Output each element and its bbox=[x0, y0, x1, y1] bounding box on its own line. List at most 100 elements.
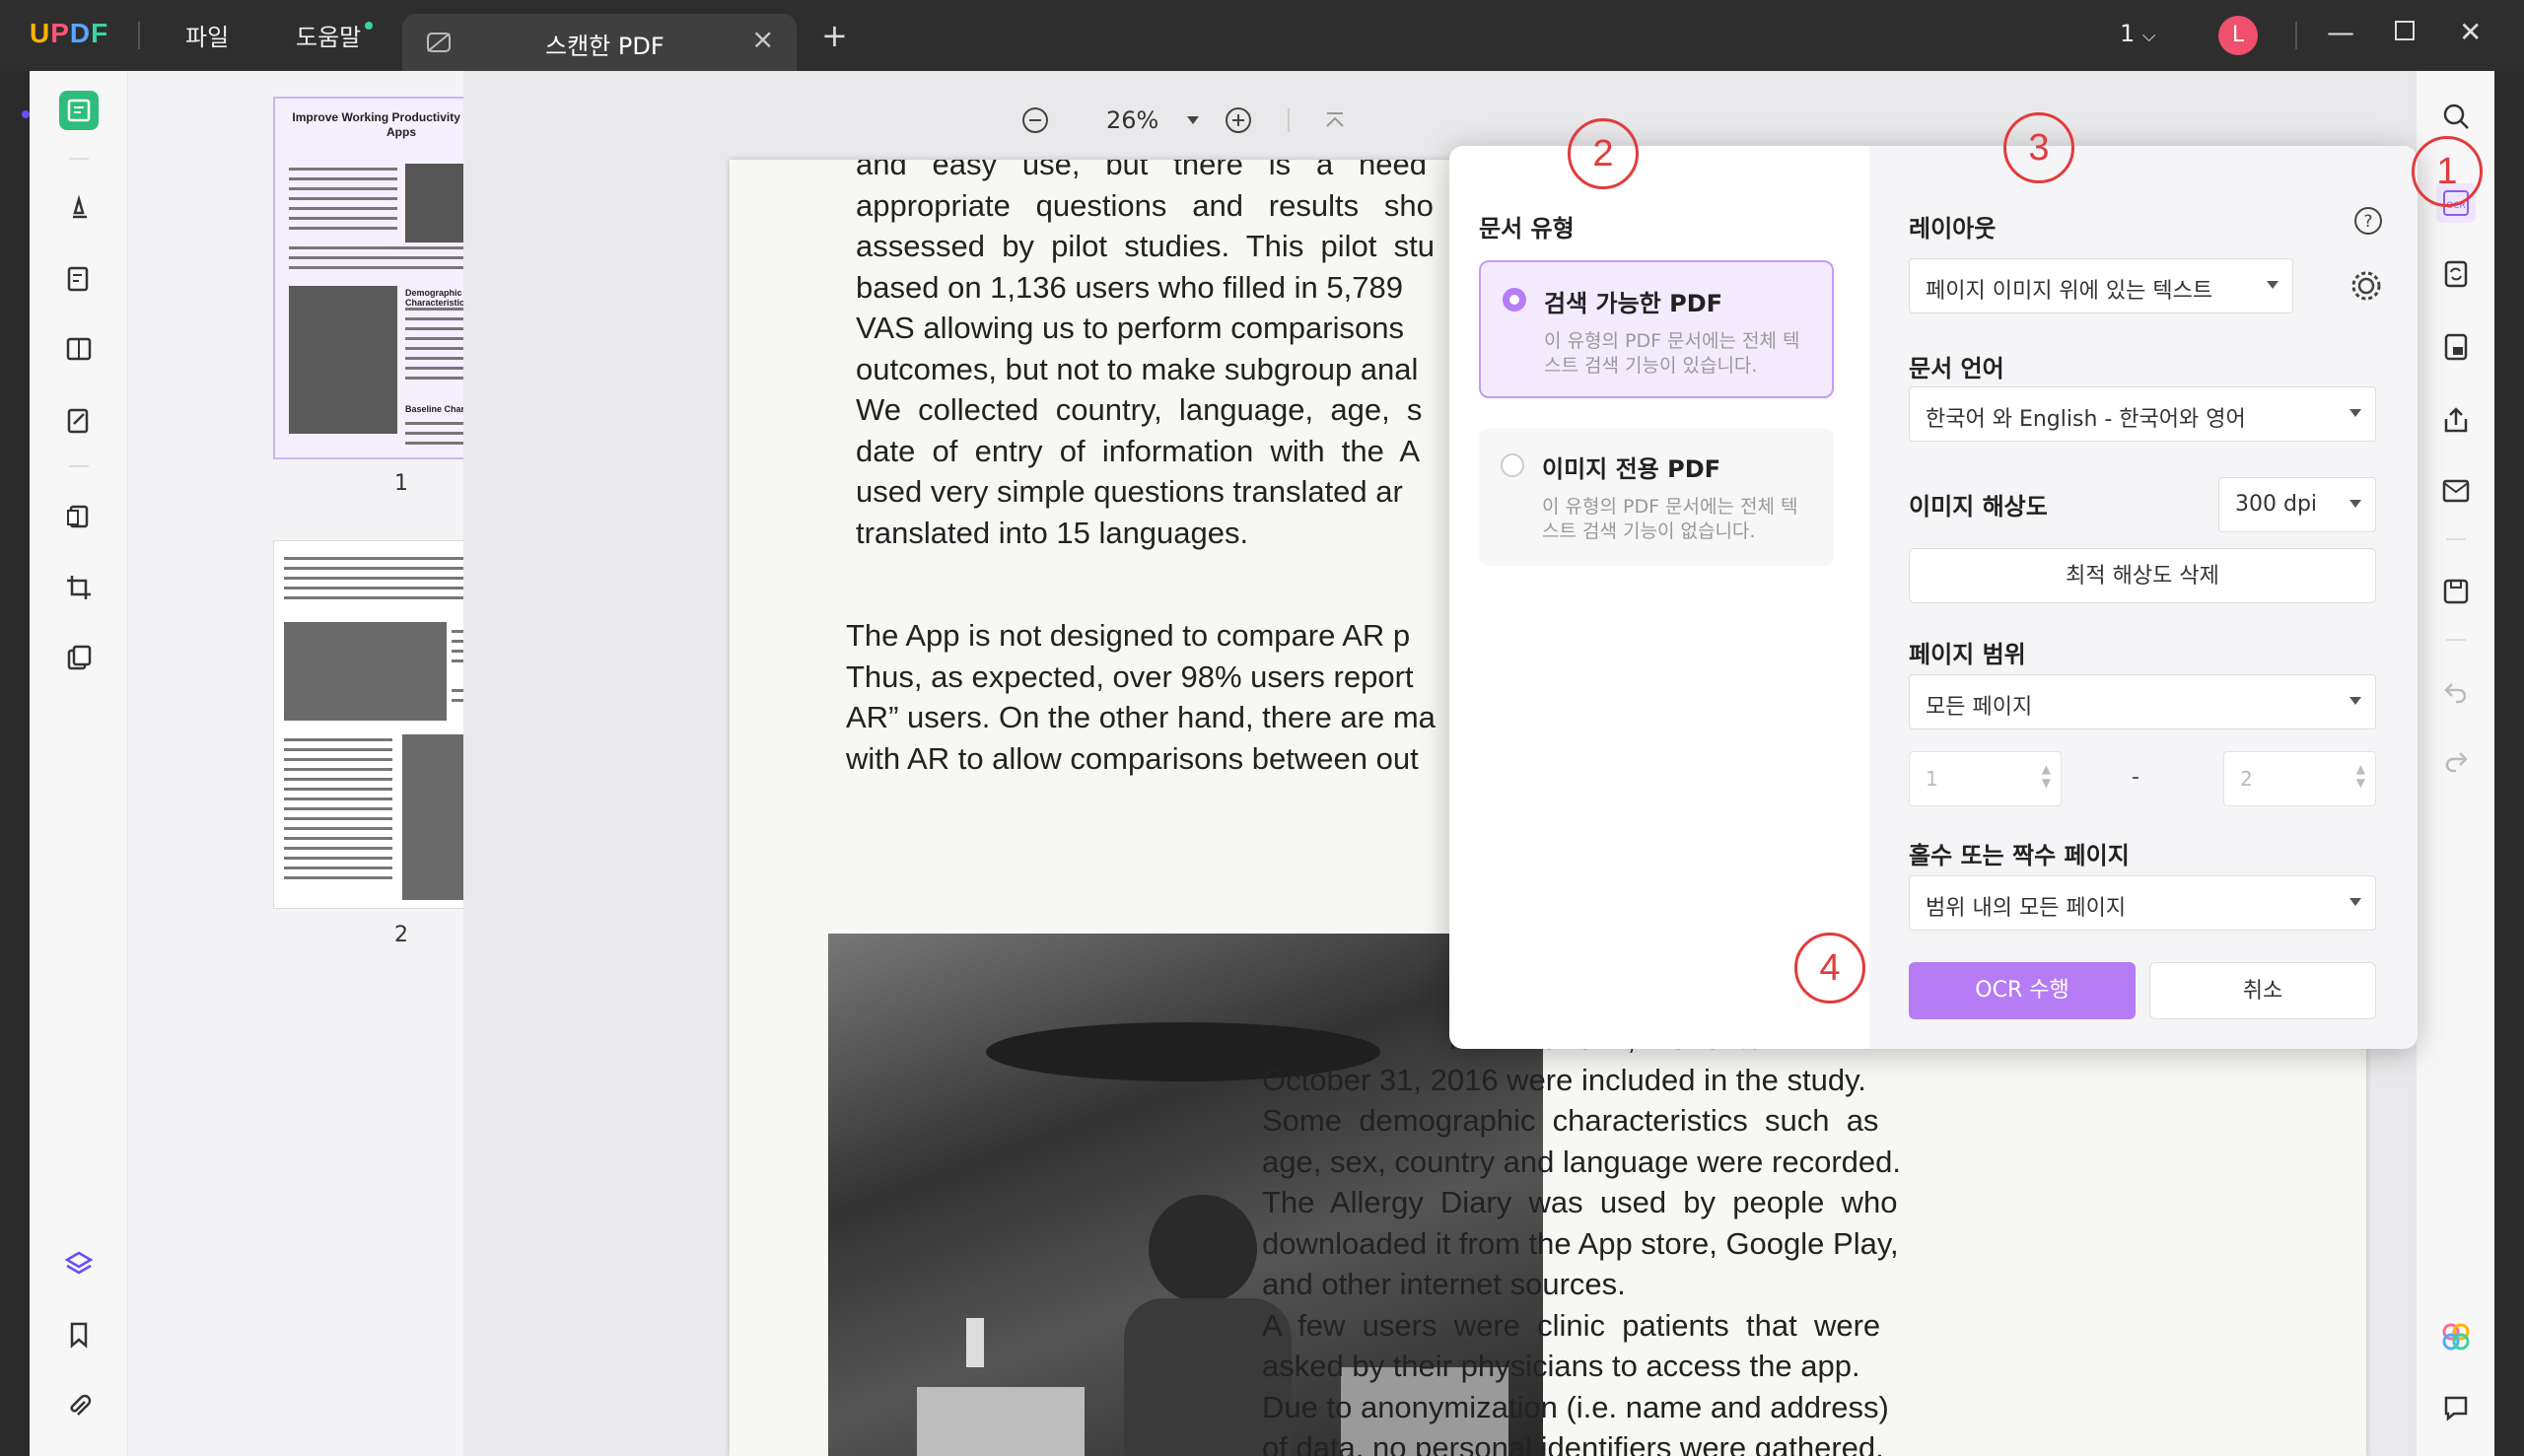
ai-assistant-icon[interactable] bbox=[2436, 1317, 2476, 1356]
search-icon[interactable] bbox=[2436, 97, 2476, 136]
page-indicator-value: 1 bbox=[2120, 20, 2136, 47]
text-line bbox=[284, 758, 392, 761]
text-line bbox=[284, 817, 392, 820]
annotation-circle-4: 4 bbox=[1794, 933, 1865, 1004]
radio-selected[interactable] bbox=[1503, 288, 1526, 312]
divider bbox=[1288, 108, 1290, 132]
option-title: 검색 가능한 PDF bbox=[1544, 290, 1723, 317]
ocr-dialog: 문서 유형 검색 가능한 PDF 이 유형의 PDF 문서에는 전체 텍스트 검… bbox=[1449, 146, 2418, 1049]
run-ocr-button[interactable]: OCR 수행 bbox=[1909, 962, 2136, 1019]
layout-select[interactable]: 페이지 이미지 위에 있는 텍스트 bbox=[1909, 258, 2293, 313]
zoom-dropdown-icon[interactable] bbox=[1173, 101, 1213, 140]
document-tab[interactable]: 스캔한 PDF × bbox=[402, 14, 797, 71]
share-icon[interactable] bbox=[2436, 400, 2476, 440]
main-frame: Improve Working Productivity in Using Ap… bbox=[22, 71, 2494, 1456]
organize-pages-icon[interactable] bbox=[59, 329, 99, 369]
minimize-icon[interactable]: — bbox=[2327, 16, 2354, 48]
thumbnail-page-number: 1 bbox=[394, 471, 408, 496]
tab-close-icon[interactable]: × bbox=[751, 26, 774, 53]
chevron-down-icon bbox=[2349, 697, 2361, 705]
auto-resolution-button[interactable]: 최적 해상도 삭제 bbox=[1909, 548, 2376, 603]
ocr-doc-type-panel: 문서 유형 검색 가능한 PDF 이 유형의 PDF 문서에는 전체 텍스트 검… bbox=[1449, 146, 1869, 1049]
page-indicator[interactable]: 1 ⌵ bbox=[2120, 20, 2156, 47]
crop-icon[interactable] bbox=[59, 568, 99, 607]
thumbnail-photo bbox=[284, 622, 447, 721]
divider bbox=[138, 22, 140, 49]
text-line bbox=[284, 876, 392, 879]
stepper-arrows-icon: ▲ ▼ bbox=[2041, 762, 2051, 790]
text-line bbox=[284, 797, 392, 800]
chevron-down-icon bbox=[2267, 281, 2279, 289]
option-searchable-pdf[interactable]: 검색 가능한 PDF 이 유형의 PDF 문서에는 전체 텍스트 검색 기능이 … bbox=[1479, 260, 1834, 398]
right-toolbar: OCR bbox=[2416, 71, 2494, 1456]
cancel-button[interactable]: 취소 bbox=[2149, 962, 2376, 1019]
range-from-stepper[interactable]: 1 ▲ ▼ bbox=[1909, 751, 2062, 806]
reader-icon[interactable] bbox=[59, 91, 99, 130]
thumbnail-panel: Improve Working Productivity in Using Ap… bbox=[128, 71, 529, 1456]
zoom-in-icon[interactable] bbox=[1219, 101, 1258, 140]
text-line bbox=[284, 768, 392, 771]
resolution-label: 이미지 해상도 bbox=[1909, 493, 2048, 520]
odd-even-select[interactable]: 범위 내의 모든 페이지 bbox=[1909, 875, 2376, 931]
protect-icon[interactable] bbox=[59, 639, 99, 678]
option-image-only-pdf[interactable]: 이미지 전용 PDF 이 유형의 PDF 문서에는 전체 텍스트 검색 기능이 … bbox=[1479, 428, 1834, 566]
annotation-circle-2: 2 bbox=[1568, 118, 1639, 189]
text-line bbox=[289, 217, 397, 220]
menu-file[interactable]: 파일 bbox=[185, 18, 229, 52]
text-line bbox=[284, 788, 392, 791]
bookmark-icon[interactable] bbox=[59, 1315, 99, 1354]
page-range-select[interactable]: 모든 페이지 bbox=[1909, 674, 2376, 729]
range-to-value: 2 bbox=[2240, 767, 2253, 791]
save-icon[interactable] bbox=[2436, 572, 2476, 611]
help-icon[interactable]: ? bbox=[2352, 205, 2384, 237]
redo-icon[interactable] bbox=[2436, 741, 2476, 781]
annotation-circle-3: 3 bbox=[2003, 112, 2074, 183]
layers-icon[interactable] bbox=[59, 1244, 99, 1283]
fill-sign-icon[interactable] bbox=[59, 400, 99, 440]
first-page-icon[interactable] bbox=[1315, 101, 1355, 140]
annotation-circle-1: 1 bbox=[2412, 136, 2483, 207]
new-tab-icon[interactable]: + bbox=[821, 20, 848, 51]
email-icon[interactable] bbox=[2436, 471, 2476, 511]
language-select-value: 한국어 와 English - 한국어와 영어 bbox=[1926, 407, 2246, 432]
avatar[interactable]: L bbox=[2218, 16, 2258, 55]
option-desc: 이 유형의 PDF 문서에는 전체 텍스트 검색 기능이 있습니다. bbox=[1544, 330, 1800, 377]
odd-even-select-value: 범위 내의 모든 페이지 bbox=[1926, 896, 2127, 921]
text-line bbox=[289, 168, 397, 171]
svg-text:?: ? bbox=[2363, 212, 2372, 232]
text-line bbox=[284, 857, 392, 860]
range-dash: - bbox=[2132, 765, 2139, 790]
settings-gear-icon[interactable] bbox=[2349, 268, 2384, 304]
undo-icon[interactable] bbox=[2436, 672, 2476, 712]
divider bbox=[69, 158, 89, 160]
thumbnail-page-number: 2 bbox=[394, 923, 408, 947]
convert-icon[interactable] bbox=[59, 497, 99, 536]
range-to-stepper[interactable]: 2 ▲ ▼ bbox=[2223, 751, 2376, 806]
language-select[interactable]: 한국어 와 English - 한국어와 영어 bbox=[1909, 386, 2376, 442]
title-bar: UPDF 파일 도움말 스캔한 PDF × + 1 ⌵ L — ✕ bbox=[0, 0, 2524, 71]
page-text-middle: The App is not designed to compare AR p … bbox=[846, 618, 1436, 776]
chevron-down-icon bbox=[2349, 500, 2361, 508]
comment-highlighter-icon[interactable] bbox=[59, 187, 99, 227]
attachment-icon[interactable] bbox=[59, 1386, 99, 1425]
close-window-icon[interactable]: ✕ bbox=[2459, 16, 2482, 48]
text-line bbox=[289, 207, 397, 210]
doc-type-label: 문서 유형 bbox=[1479, 215, 1575, 243]
edit-pdf-icon[interactable] bbox=[59, 258, 99, 298]
zoom-out-icon[interactable] bbox=[1016, 101, 1055, 140]
protect-pdf-icon[interactable] bbox=[2436, 327, 2476, 367]
page-range-select-value: 모든 페이지 bbox=[1926, 695, 2033, 720]
comments-panel-icon[interactable] bbox=[2436, 1388, 2476, 1427]
range-from-value: 1 bbox=[1926, 767, 1938, 791]
maximize-icon[interactable] bbox=[2394, 20, 2416, 41]
convert-pdf-icon[interactable] bbox=[2436, 254, 2476, 294]
zoom-value[interactable]: 26% bbox=[1106, 106, 1158, 134]
indicator-dot bbox=[22, 110, 30, 118]
radio-unselected[interactable] bbox=[1501, 453, 1524, 477]
menu-help[interactable]: 도움말 bbox=[296, 18, 361, 52]
thumbnail-photo bbox=[289, 286, 397, 434]
text-line bbox=[289, 197, 397, 200]
tab-title: 스캔한 PDF bbox=[545, 33, 665, 60]
text-line bbox=[284, 867, 392, 869]
resolution-select[interactable]: 300 dpi bbox=[2218, 477, 2376, 532]
